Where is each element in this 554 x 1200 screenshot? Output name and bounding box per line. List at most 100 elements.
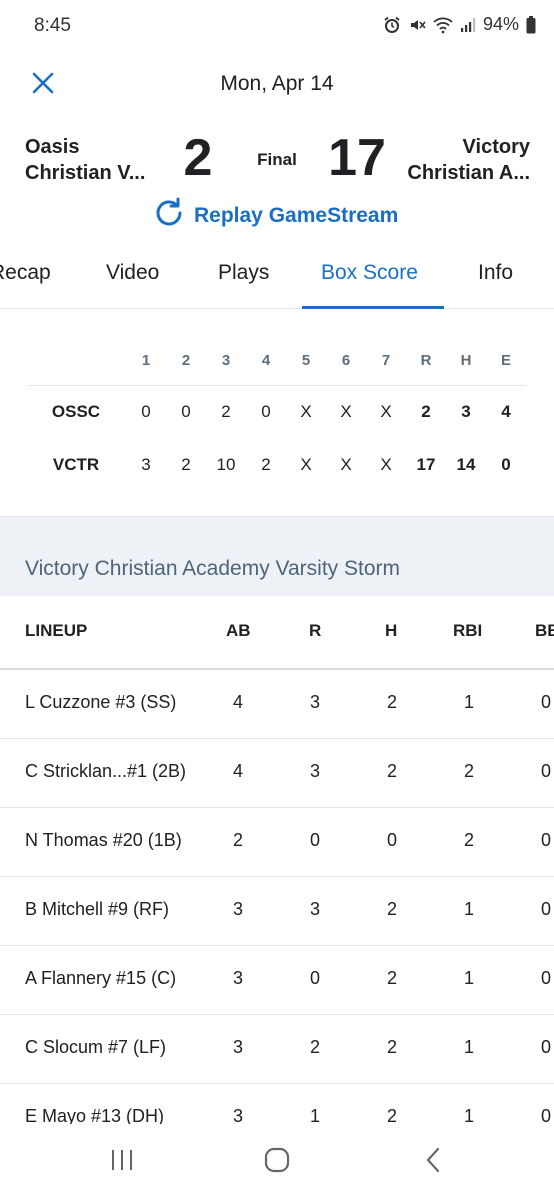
game-status: Final [257, 150, 297, 169]
signal-icon [460, 17, 476, 33]
r-column-header: R [309, 621, 322, 640]
stat-r: 3 [309, 692, 320, 712]
tab-plays[interactable]: Plays [218, 261, 269, 285]
line-score-cell: X [300, 455, 312, 474]
stat-ab: 4 [232, 761, 243, 781]
line-score-runs: 2 [421, 402, 431, 421]
table-row[interactable]: C Stricklan...#1 (2B) 4 3 2 2 0 [0, 739, 554, 808]
table-row[interactable]: C Slocum #7 (LF) 3 2 2 1 0 [0, 1015, 554, 1084]
stat-bb: 0 [540, 1037, 551, 1057]
line-score-cell: 0 [261, 402, 271, 421]
stat-h: 2 [386, 968, 397, 988]
ab-column-header: AB [226, 621, 251, 640]
stat-ab: 3 [232, 899, 243, 919]
home-team-name[interactable]: Oasis Christian V... [25, 134, 145, 186]
stat-ab: 2 [232, 830, 243, 850]
recent-apps-icon [109, 1148, 135, 1177]
inning-header: 3 [221, 352, 231, 369]
line-score-cell: 2 [181, 455, 191, 474]
table-row[interactable]: B Mitchell #9 (RF) 3 3 2 1 0 [0, 877, 554, 946]
away-score: 17 [328, 129, 386, 187]
lineup-table-header: LINEUP AB R H RBI BB [0, 596, 554, 670]
battery-icon [526, 15, 536, 34]
stat-bb: 0 [540, 899, 551, 919]
status-time: 8:45 [34, 15, 71, 36]
line-score-cell: 3 [141, 455, 151, 474]
player-name: N Thomas #20 (1B) [25, 830, 182, 850]
stat-h: 2 [386, 761, 397, 781]
line-score-team: VCTR [52, 455, 100, 474]
inning-header: 5 [301, 352, 311, 369]
line-score-cell: X [300, 402, 312, 421]
stat-r: 3 [309, 761, 320, 781]
game-date: Mon, Apr 14 [220, 72, 334, 95]
inning-header: 4 [261, 352, 271, 369]
line-score-team: OSSC [51, 402, 101, 421]
h-column-header: H [385, 621, 398, 640]
errors-header: E [500, 352, 511, 369]
table-row[interactable]: N Thomas #20 (1B) 2 0 0 2 0 [0, 808, 554, 877]
line-score-cell: X [340, 455, 352, 474]
tab-bar: Recap Video Plays Box Score Info [0, 245, 554, 309]
line-score-cell: 2 [221, 402, 231, 421]
line-score-cell: X [340, 402, 352, 421]
lineup-column-header: LINEUP [25, 621, 88, 640]
home-score: 2 [183, 129, 213, 187]
tab-info[interactable]: Info [478, 261, 513, 285]
inning-header: 1 [141, 352, 151, 369]
home-icon [264, 1147, 290, 1178]
stat-bb: 0 [540, 968, 551, 988]
recent-apps-button[interactable] [102, 1146, 142, 1178]
stat-r: 0 [309, 830, 320, 850]
line-score-cell: 2 [261, 455, 271, 474]
rbi-column-header: RBI [453, 621, 483, 640]
stat-rbi: 1 [463, 899, 474, 919]
stat-ab: 3 [232, 1037, 243, 1057]
stat-rbi: 1 [463, 692, 474, 712]
stat-r: 3 [309, 899, 320, 919]
stat-bb: 0 [540, 692, 551, 712]
tab-video[interactable]: Video [106, 261, 159, 285]
home-team-line2: Christian V... [25, 162, 146, 184]
team-section-header: Victory Christian Academy Varsity Storm [0, 516, 554, 596]
away-team-line1: Victory [462, 136, 530, 158]
stat-rbi: 1 [463, 1037, 474, 1057]
stat-r: 0 [309, 968, 320, 988]
line-score-hits: 3 [461, 402, 471, 421]
player-name: C Slocum #7 (LF) [25, 1037, 167, 1057]
table-row[interactable]: L Cuzzone #3 (SS) 4 3 2 1 0 [0, 670, 554, 739]
line-score-cell: 0 [181, 402, 191, 421]
battery-percent: 94% [482, 14, 519, 34]
tab-recap[interactable]: Recap [0, 261, 51, 285]
stat-rbi: 2 [463, 761, 474, 781]
line-score-cell: X [380, 455, 392, 474]
hits-header: H [460, 352, 472, 369]
system-nav-bar [0, 1124, 554, 1200]
line-score-hits: 14 [456, 455, 476, 474]
away-team-line2: Christian A... [407, 162, 530, 184]
line-score-cell: 0 [141, 402, 151, 421]
tab-box-score[interactable]: Box Score [321, 261, 418, 285]
stat-h: 2 [386, 1037, 397, 1057]
replay-gamestream-button[interactable]: Replay GameStream [152, 196, 398, 236]
mute-icon [408, 16, 426, 34]
replay-label: Replay GameStream [194, 204, 399, 227]
stat-h: 2 [386, 899, 397, 919]
inning-header: 2 [181, 352, 191, 369]
line-score-errors: 0 [501, 455, 511, 474]
line-score-table: 1 2 3 4 5 6 7 R H E OSSC 0 0 2 0 X X X 2… [0, 310, 554, 516]
stat-r: 2 [309, 1037, 320, 1057]
runs-header: R [420, 352, 432, 369]
table-row[interactable]: A Flannery #15 (C) 3 0 2 1 0 [0, 946, 554, 1015]
refresh-icon [152, 196, 186, 236]
active-tab-indicator [302, 306, 444, 309]
line-score-runs: 17 [416, 455, 436, 474]
status-bar: 8:45 94% [0, 0, 554, 54]
back-button[interactable] [413, 1146, 453, 1178]
home-button[interactable] [257, 1146, 297, 1178]
team-section-title: Victory Christian Academy Varsity Storm [25, 557, 401, 580]
status-icons: 94% [383, 14, 536, 35]
home-team-line1: Oasis [25, 136, 80, 158]
away-team-name[interactable]: Victory Christian A... [407, 134, 530, 186]
stat-rbi: 2 [463, 830, 474, 850]
